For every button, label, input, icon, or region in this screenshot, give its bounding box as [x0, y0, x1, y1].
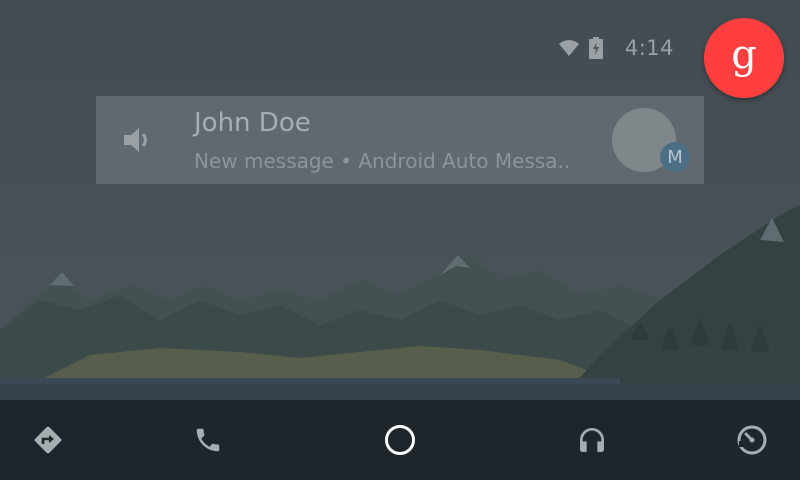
nav-button-navigation[interactable]	[28, 420, 68, 460]
wifi-icon	[558, 40, 579, 56]
speaker-icon	[120, 122, 156, 158]
nav-button-music[interactable]	[572, 420, 612, 460]
messaging-app-badge: M	[660, 142, 690, 172]
clock: 4:14	[624, 36, 674, 60]
directions-icon	[34, 426, 62, 454]
android-auto-screen: 4:14 g John Doe New message • Android Au…	[0, 0, 800, 480]
wallpaper-dim-overlay	[0, 0, 800, 400]
speedometer-icon	[737, 425, 767, 455]
battery-charging-icon	[588, 37, 603, 59]
google-g-icon: g	[731, 32, 757, 78]
notification-title: John Doe	[194, 108, 311, 138]
message-notification[interactable]: John Doe New message • Android Auto Mess…	[96, 96, 704, 184]
google-voice-button[interactable]: g	[704, 18, 784, 98]
notification-subtitle: New message • Android Auto Messa..	[194, 149, 571, 173]
headphones-icon	[580, 428, 604, 452]
nav-button-car[interactable]	[732, 420, 772, 460]
home-circle-icon	[385, 425, 415, 455]
status-bar: 4:14	[558, 30, 674, 66]
nav-button-home[interactable]	[380, 420, 420, 460]
phone-icon	[196, 428, 220, 452]
nav-button-phone[interactable]	[188, 420, 228, 460]
bottom-nav-bar	[0, 400, 800, 480]
